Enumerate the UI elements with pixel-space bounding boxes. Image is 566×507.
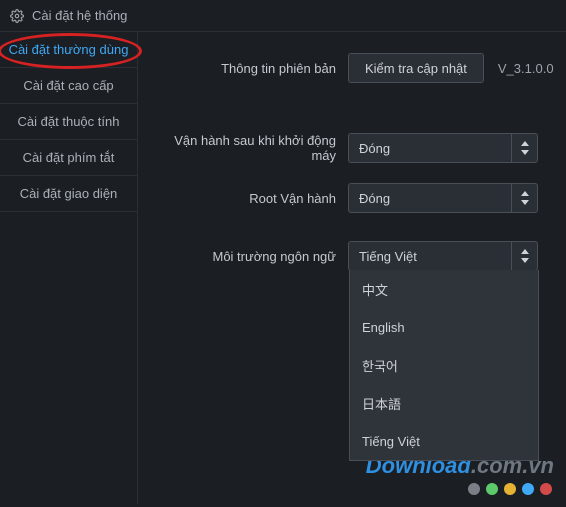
dot	[486, 483, 498, 495]
chevron-updown-icon[interactable]	[511, 242, 537, 270]
sidebar-item-hotkeys[interactable]: Cài đặt phím tắt	[0, 140, 137, 176]
root-select[interactable]: Đóng	[348, 183, 538, 213]
language-option[interactable]: Tiếng Việt	[350, 422, 538, 460]
settings-content: Thông tin phiên bản Kiểm tra cập nhật V_…	[138, 32, 566, 504]
sidebar-item-interface[interactable]: Cài đặt giao diện	[0, 176, 137, 212]
chevron-updown-icon[interactable]	[511, 184, 537, 212]
sidebar-item-label: Cài đặt thuộc tính	[18, 114, 120, 129]
window-title: Cài đặt hệ thống	[32, 8, 127, 23]
sidebar-item-label: Cài đặt thường dùng	[9, 42, 129, 57]
gear-icon	[10, 9, 24, 23]
window-header: Cài đặt hệ thống	[0, 0, 566, 32]
sidebar-item-properties[interactable]: Cài đặt thuộc tính	[0, 104, 137, 140]
language-dropdown: 中文 English 한국어 日本語 Tiếng Việt	[349, 270, 539, 461]
check-update-button[interactable]: Kiểm tra cập nhật	[348, 53, 484, 83]
chevron-updown-icon[interactable]	[511, 134, 537, 162]
language-option[interactable]: 한국어	[350, 346, 538, 384]
version-text: V_3.1.0.0	[498, 61, 554, 76]
dot	[522, 483, 534, 495]
language-select[interactable]: Tiếng Việt 中文 English 한국어 日本語 Tiếng Việt	[348, 241, 538, 271]
select-value: Đóng	[349, 141, 511, 156]
sidebar-item-label: Cài đặt cao cấp	[23, 78, 113, 93]
version-label: Thông tin phiên bản	[148, 61, 348, 76]
sidebar-item-label: Cài đặt giao diện	[20, 186, 118, 201]
color-dots	[468, 483, 552, 495]
language-option[interactable]: English	[350, 308, 538, 346]
dot	[504, 483, 516, 495]
sidebar-item-label: Cài đặt phím tắt	[23, 150, 115, 165]
autostart-label: Vận hành sau khi khởi động máy	[148, 133, 348, 163]
autostart-select[interactable]: Đóng	[348, 133, 538, 163]
language-option[interactable]: 中文	[350, 270, 538, 308]
language-option[interactable]: 日本語	[350, 384, 538, 422]
select-value: Đóng	[349, 191, 511, 206]
sidebar-item-common[interactable]: Cài đặt thường dùng	[0, 32, 137, 68]
dot	[540, 483, 552, 495]
select-value: Tiếng Việt	[349, 249, 511, 264]
sidebar: Cài đặt thường dùng Cài đặt cao cấp Cài …	[0, 32, 138, 504]
dot	[468, 483, 480, 495]
sidebar-item-advanced[interactable]: Cài đặt cao cấp	[0, 68, 137, 104]
root-label: Root Vận hành	[148, 191, 348, 206]
language-label: Môi trường ngôn ngữ	[148, 249, 348, 264]
